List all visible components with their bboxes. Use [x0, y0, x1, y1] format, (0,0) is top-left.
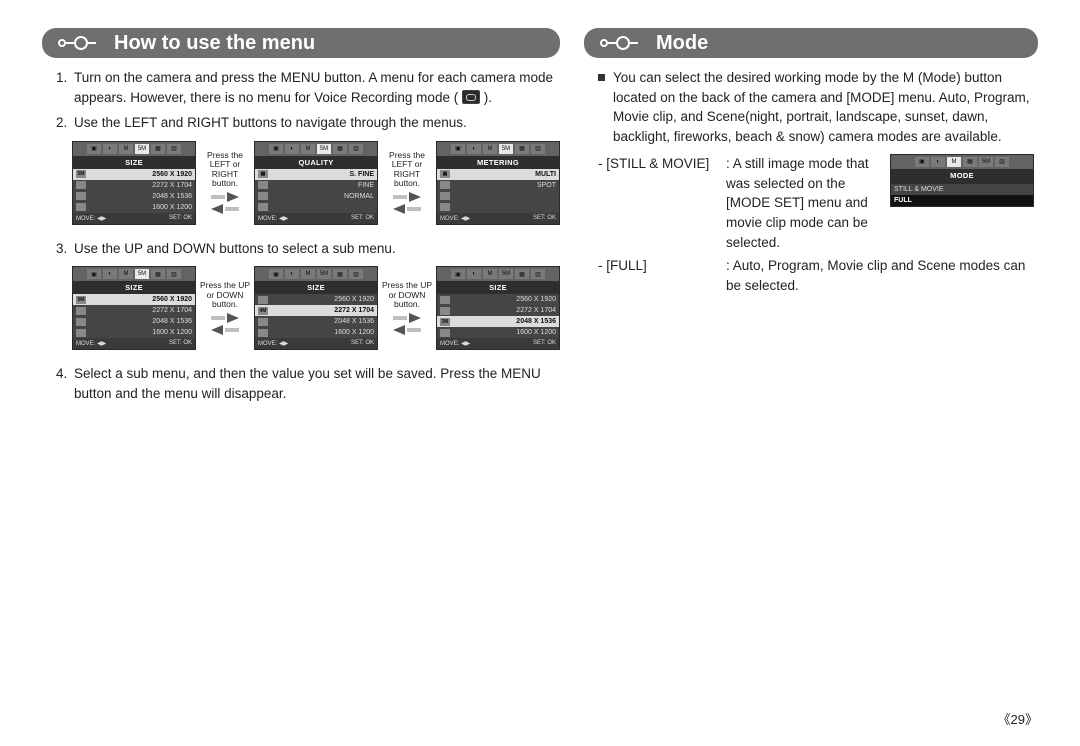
page-number: 《29》 [998, 709, 1038, 728]
arrow-right-icon [227, 313, 239, 323]
hint-ud-1: Press the UP or DOWN button. [199, 281, 251, 335]
arrow-left-icon [211, 325, 223, 335]
step-2: 2. Use the LEFT and RIGHT buttons to nav… [56, 113, 556, 133]
arrow-right-icon [409, 192, 421, 202]
left-title: How to use the menu [114, 32, 315, 55]
lcd-quality: ▣◐M5M▦▥QUALITY▦S. FINEFINENORMALMOVE: ◀▶… [254, 141, 378, 225]
right-header: Mode [584, 28, 1038, 58]
lcd-metering: ▣◐M5M▦▥METERING▣MULTISPOTMOVE: ◀▶SET: OK [436, 141, 560, 225]
lcd-mode: ▣◐M▦5M▥ MODE STILL & MOVIEFULL [890, 154, 1034, 207]
header-ornament-icon [58, 36, 96, 50]
screens-row-1: ▣◐M5M▦▥SIZE5M2560 X 19202272 X 17042048 … [42, 141, 560, 225]
lcd-size-c: ▣◐M5M▦▥SIZE2560 X 19202272 X 17043M2048 … [436, 266, 560, 350]
def-full: - [FULL] : Auto, Program, Movie clip and… [598, 256, 1034, 295]
arrow-left-icon [211, 204, 223, 214]
bullet-icon [598, 74, 605, 81]
lcd-mode-top: ▣◐M▦5M▥ [891, 155, 1033, 169]
arrow-right-icon [227, 192, 239, 202]
left-column: How to use the menu 1. Turn on the camer… [42, 28, 560, 409]
arrow-right-icon [409, 313, 421, 323]
right-title: Mode [656, 32, 708, 55]
lcd-size-1: ▣◐M5M▦▥SIZE5M2560 X 19202272 X 17042048 … [72, 141, 196, 225]
arrow-left-icon [393, 325, 405, 335]
step-4: 4. Select a sub menu, and then the value… [56, 364, 556, 403]
step-3: 3. Use the UP and DOWN buttons to select… [56, 239, 556, 259]
screens-row-2: ▣◐M5M▦▥SIZE5M2560 X 19202272 X 17042048 … [42, 266, 560, 350]
def-still-movie: - [STILL & MOVIE] : A still image mode t… [598, 154, 882, 252]
hint-ud-2: Press the UP or DOWN button. [381, 281, 433, 335]
lcd-mode-title: MODE [891, 169, 1033, 184]
hint-lr-2: Press the LEFT or RIGHT button. [381, 151, 433, 214]
lcd-size-b: ▣◐M5M▦▥SIZE2560 X 19204M2272 X 17042048 … [254, 266, 378, 350]
voice-recording-icon [462, 90, 480, 104]
arrow-left-icon [393, 204, 405, 214]
lcd-size-a: ▣◐M5M▦▥SIZE5M2560 X 19202272 X 17042048 … [72, 266, 196, 350]
mode-intro: You can select the desired working mode … [598, 68, 1034, 146]
step-1: 1. Turn on the camera and press the MENU… [56, 68, 556, 107]
lcd-mode-rows: STILL & MOVIEFULL [891, 184, 1033, 206]
hint-lr-1: Press the LEFT or RIGHT button. [199, 151, 251, 214]
right-column: Mode You can select the desired working … [584, 28, 1038, 409]
header-ornament-icon [600, 36, 638, 50]
left-header: How to use the menu [42, 28, 560, 58]
